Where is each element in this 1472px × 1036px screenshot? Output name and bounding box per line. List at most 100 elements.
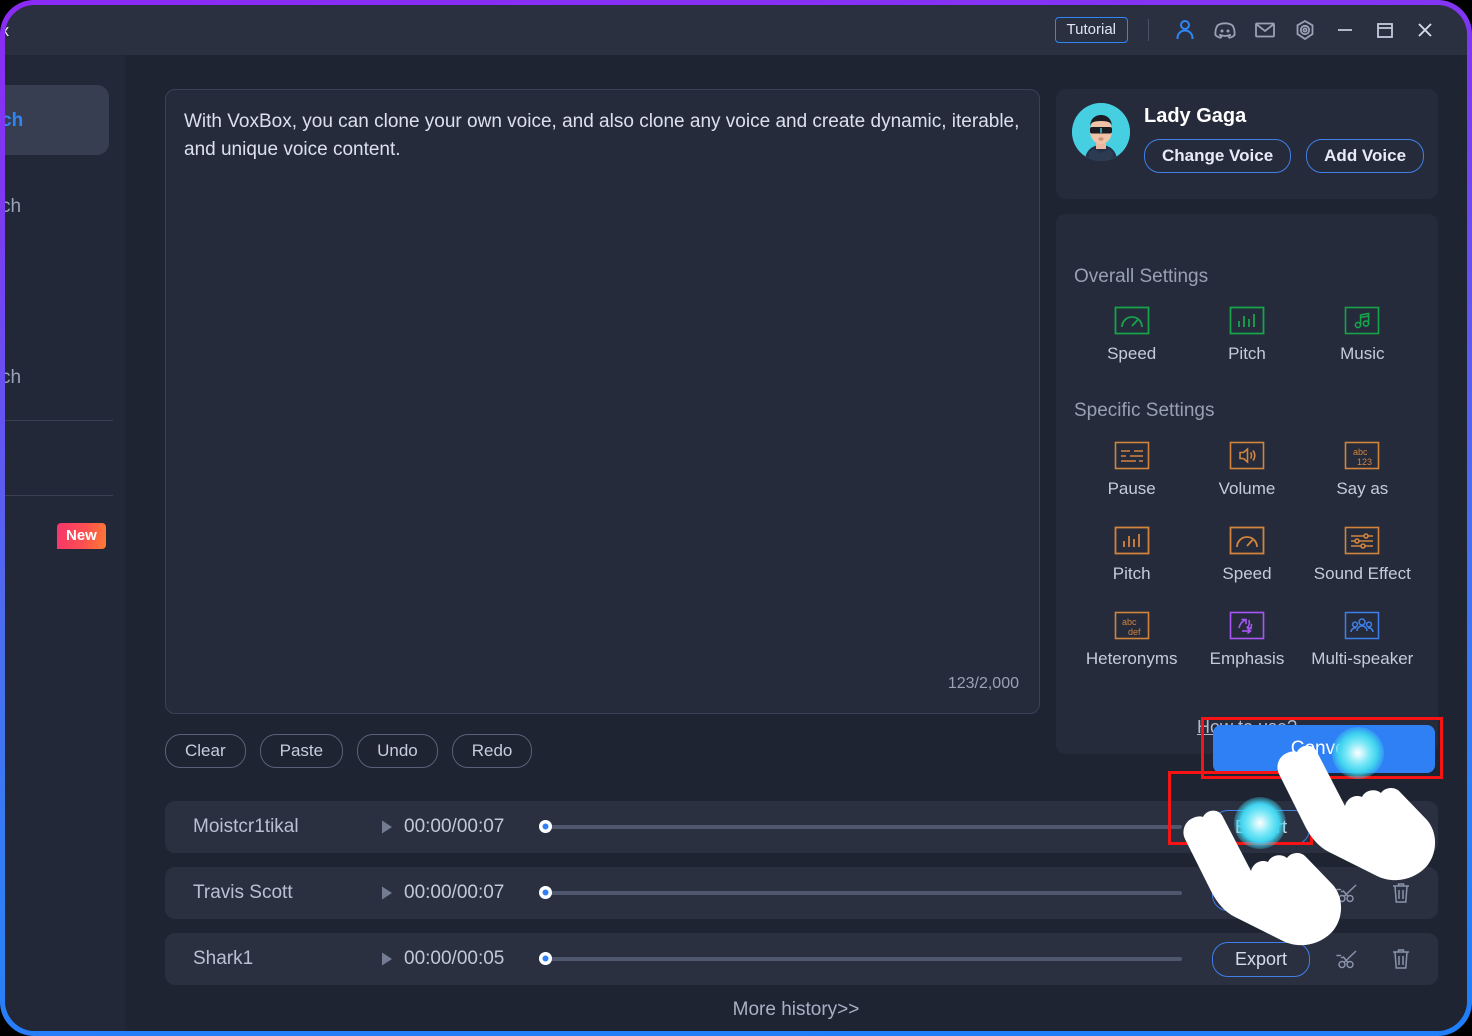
- sidebar-item-label-active: ch: [5, 110, 24, 131]
- gauge-icon: [1229, 526, 1265, 555]
- table-row[interactable]: Shark1 00:00/00:05 Export: [165, 933, 1438, 985]
- svg-text:abc: abc: [1122, 617, 1137, 627]
- discord-icon[interactable]: [1205, 10, 1245, 50]
- avatar: [1072, 103, 1130, 161]
- setting-label: Pitch: [1112, 564, 1151, 583]
- slider-track: [547, 891, 1182, 895]
- play-icon[interactable]: [370, 951, 404, 967]
- setting-label: Music: [1340, 344, 1385, 363]
- editor-text[interactable]: With VoxBox, you can clone your own voic…: [184, 108, 1021, 163]
- track-time: 00:00/00:07: [404, 816, 505, 837]
- cut-icon[interactable]: [1332, 810, 1366, 844]
- delete-icon[interactable]: [1384, 942, 1418, 976]
- table-row[interactable]: Travis Scott 00:00/00:07 Export: [165, 867, 1438, 919]
- track-progress-slider[interactable]: [539, 817, 1182, 837]
- voice-card: Lady Gaga Change Voice Add Voice: [1056, 89, 1438, 199]
- setting-music[interactable]: Music: [1305, 306, 1420, 364]
- main-content: With VoxBox, you can clone your own voic…: [125, 55, 1467, 1031]
- slider-knob[interactable]: [539, 886, 552, 899]
- sliders-icon: [1345, 526, 1380, 555]
- slider-track: [547, 825, 1182, 829]
- minimize-icon[interactable]: [1325, 10, 1365, 50]
- setting-label: Emphasis: [1209, 649, 1285, 668]
- music-note-icon: [1345, 306, 1380, 335]
- settings-icon[interactable]: [1285, 10, 1325, 50]
- sidebar-divider-1: [5, 420, 113, 421]
- export-button[interactable]: Export: [1211, 809, 1310, 845]
- settings-panel: Overall Settings Speed Pitch Music Speci…: [1056, 214, 1438, 754]
- redo-button[interactable]: Redo: [451, 734, 533, 768]
- cut-icon[interactable]: [1332, 942, 1366, 976]
- titlebar-divider: [1148, 19, 1149, 41]
- track-progress-slider[interactable]: [539, 883, 1182, 903]
- setting-label: Say as: [1336, 479, 1389, 498]
- abcdef-icon: abc def: [1114, 611, 1149, 640]
- setting-label: Speed: [1222, 564, 1272, 583]
- setting-label: Volume: [1218, 479, 1276, 498]
- setting-say-as[interactable]: abc 123 Say as: [1305, 441, 1420, 499]
- svg-text:abc: abc: [1353, 447, 1368, 457]
- slider-knob[interactable]: [539, 952, 552, 965]
- close-icon[interactable]: [1405, 10, 1445, 50]
- setting-label: Speed: [1107, 344, 1157, 363]
- track-time: 00:00/00:05: [404, 948, 505, 969]
- setting-multi-speaker[interactable]: Multi-speaker: [1305, 611, 1420, 669]
- play-icon[interactable]: [370, 885, 404, 901]
- export-button[interactable]: Export: [1211, 875, 1310, 911]
- app-window: ox Tutorial: [0, 0, 1472, 1036]
- delete-icon[interactable]: [1384, 810, 1418, 844]
- table-row[interactable]: Moistcr1tikal 00:00/00:07 Export: [165, 801, 1438, 853]
- gauge-icon: [1114, 306, 1150, 335]
- add-voice-button[interactable]: Add Voice: [1306, 139, 1425, 173]
- export-button[interactable]: Export: [1211, 941, 1310, 977]
- pause-lines-icon: [1114, 441, 1149, 470]
- svg-text:def: def: [1128, 627, 1141, 637]
- voice-name: Lady Gaga: [1144, 105, 1247, 127]
- clear-button[interactable]: Clear: [165, 734, 246, 768]
- setting-pause[interactable]: Pause: [1074, 441, 1189, 499]
- setting-emphasis[interactable]: Emphasis: [1189, 611, 1304, 669]
- delete-icon[interactable]: [1384, 876, 1418, 910]
- tutorial-button[interactable]: Tutorial: [1054, 16, 1128, 44]
- text-editor[interactable]: With VoxBox, you can clone your own voic…: [165, 89, 1040, 714]
- setting-speed[interactable]: Speed: [1074, 306, 1189, 364]
- setting-label: Heteronyms: [1085, 649, 1178, 668]
- overall-settings-heading: Overall Settings: [1074, 266, 1209, 287]
- setting-sound-effect[interactable]: Sound Effect: [1305, 526, 1420, 584]
- editor-action-bar: Clear Paste Undo Redo: [165, 734, 533, 768]
- setting-pitch[interactable]: Pitch: [1189, 306, 1304, 364]
- more-history-link[interactable]: More history>>: [125, 999, 1467, 1021]
- convert-button[interactable]: Convert: [1213, 725, 1435, 773]
- setting-speed-specific[interactable]: Speed: [1189, 526, 1304, 584]
- new-badge: New: [57, 523, 106, 549]
- speaker-icon: [1229, 441, 1265, 470]
- undo-button[interactable]: Undo: [357, 734, 438, 768]
- arrows-icon: [1229, 611, 1265, 640]
- setting-heteronyms[interactable]: abc def Heteronyms: [1074, 611, 1189, 669]
- change-voice-button[interactable]: Change Voice: [1144, 139, 1292, 173]
- play-icon[interactable]: [370, 819, 404, 835]
- slider-knob[interactable]: [539, 820, 552, 833]
- setting-label: Pause: [1107, 479, 1156, 498]
- overall-settings-grid: Speed Pitch Music: [1074, 306, 1420, 364]
- track-progress-slider[interactable]: [539, 949, 1182, 969]
- sidebar-divider-2: [5, 495, 113, 496]
- cut-icon[interactable]: [1332, 876, 1366, 910]
- bars-icon: [1114, 526, 1150, 555]
- paste-button[interactable]: Paste: [259, 734, 344, 768]
- account-icon[interactable]: [1165, 10, 1205, 50]
- track-name: Travis Scott: [193, 882, 293, 903]
- setting-label: Pitch: [1228, 344, 1266, 363]
- app-title: ox: [5, 21, 9, 41]
- sidebar: ch ch ch New: [5, 55, 125, 1031]
- track-name: Shark1: [193, 948, 254, 969]
- voice-buttons: Change Voice Add Voice: [1144, 139, 1425, 173]
- title-bar: ox Tutorial: [5, 5, 1467, 55]
- setting-volume[interactable]: Volume: [1189, 441, 1304, 499]
- track-name: Moistcr1tikal: [193, 816, 299, 837]
- mail-icon[interactable]: [1245, 10, 1285, 50]
- maximize-icon[interactable]: [1365, 10, 1405, 50]
- people-icon: [1345, 611, 1380, 640]
- setting-pitch-specific[interactable]: Pitch: [1074, 526, 1189, 584]
- specific-settings-heading: Specific Settings: [1074, 400, 1215, 421]
